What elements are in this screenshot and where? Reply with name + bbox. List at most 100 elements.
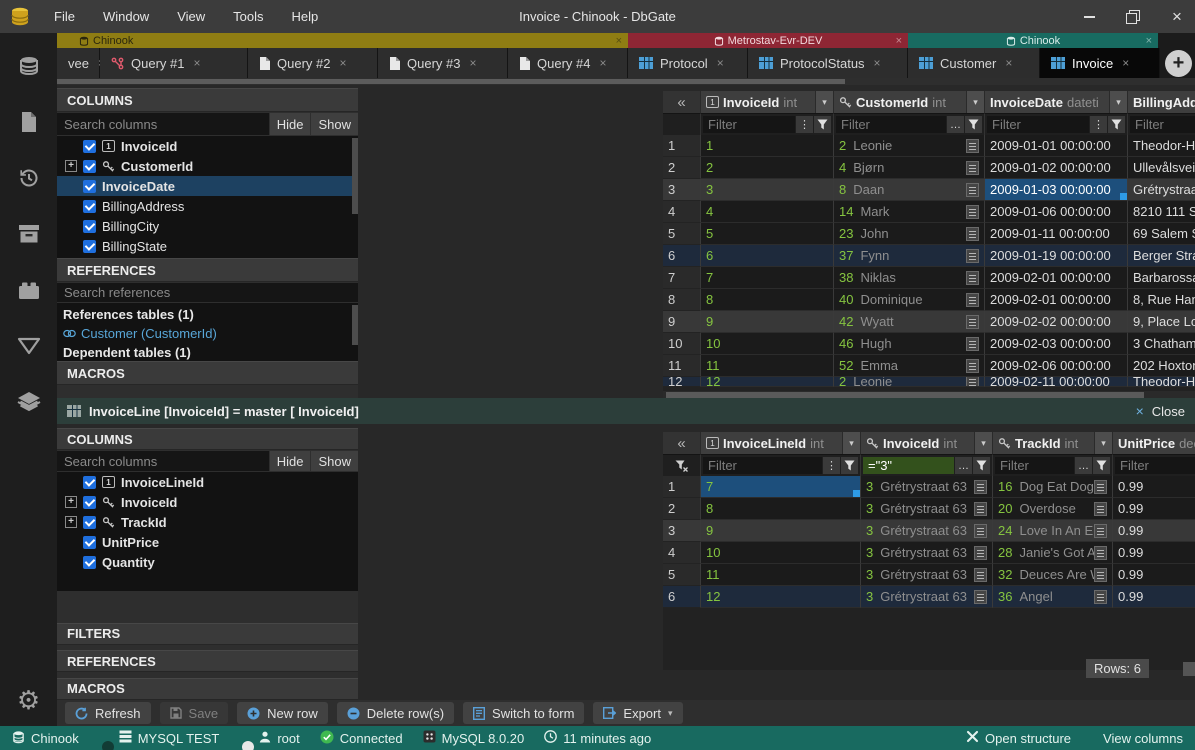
close-group-icon[interactable]: × [1146,35,1152,47]
reference-link-customer-customerid[interactable]: Customer (CustomerId) [63,324,358,343]
tab-group-metrostav-evr-dev[interactable]: Metrostav-Evr-DEV × [628,33,908,48]
cell-customer[interactable]: 37Fynn [834,245,985,267]
filter-menu-icon[interactable]: … [947,116,964,133]
cell-invoice-id[interactable]: 4 [701,201,834,223]
search-input[interactable] [57,451,269,471]
lookup-icon[interactable] [1094,524,1107,538]
column-item-unitprice[interactable]: UnitPrice [57,532,358,552]
lookup-icon[interactable] [974,590,987,604]
cell-customer[interactable]: 38Niklas [834,267,985,289]
column-menu-icon[interactable]: ▾ [974,432,992,454]
filter-icon[interactable] [14,331,44,361]
close-group-icon[interactable]: × [896,35,902,47]
cell-billing-address[interactable]: 69 Salem Street [1128,223,1195,245]
lookup-icon[interactable] [974,502,987,516]
export-button[interactable]: Export▾ [593,702,682,724]
close-tab-icon[interactable]: × [874,56,881,70]
save-button[interactable]: Save [160,702,229,724]
cell-invoice-date[interactable]: 2009-01-01 00:00:00 [985,135,1128,157]
cell-invoice-line-id[interactable]: 7 [701,476,861,498]
lookup-icon[interactable] [1094,502,1107,516]
lookup-icon[interactable] [974,480,987,494]
cell-customer[interactable]: 40Dominique [834,289,985,311]
filter-menu-icon[interactable]: ⋮ [823,457,840,474]
row-number[interactable]: 2 [663,498,701,520]
cell-customer[interactable]: 14Mark [834,201,985,223]
plugins-icon[interactable] [14,275,44,305]
status-open-structure[interactable]: Open structure [966,730,1071,746]
column-menu-icon[interactable]: ▾ [842,432,860,454]
tab-vee[interactable]: vee× [57,48,100,78]
cell-customer[interactable]: 2Leonie [834,377,985,387]
status-root[interactable]: root [259,731,299,746]
lookup-icon[interactable] [1094,480,1107,494]
columns-section-header[interactable]: COLUMNS [57,428,358,450]
cell-customer[interactable]: 46Hugh [834,333,985,355]
cell-invoice[interactable]: 3Grétrystraat 63 [861,476,993,498]
menu-view[interactable]: View [163,9,219,24]
lookup-icon[interactable] [966,161,979,175]
filter-input-billingaddress[interactable]: Filter [1130,116,1195,133]
row-number[interactable]: 5 [663,223,701,245]
search-input[interactable] [57,113,269,135]
checkbox-checked[interactable] [83,140,96,153]
menu-help[interactable]: Help [278,9,333,24]
columns-section-header[interactable]: COLUMNS [57,88,358,112]
cell-unit-price[interactable]: 0.99 [1113,542,1195,564]
column-menu-icon[interactable]: ▾ [815,91,833,113]
minimize-icon[interactable] [1081,9,1097,25]
filter-input-invoiceid[interactable]: ="3" [863,457,954,474]
close-tab-icon[interactable]: × [193,56,200,70]
tab-protocolstatus[interactable]: ProtocolStatus× [748,48,908,78]
row-number[interactable]: 12 [663,377,701,387]
cell-invoice-date[interactable]: 2009-02-03 00:00:00 [985,333,1128,355]
menu-window[interactable]: Window [89,9,163,24]
checkbox-checked[interactable] [83,180,96,193]
archive-icon[interactable] [14,219,44,249]
checkbox-checked[interactable] [83,476,96,489]
lookup-icon[interactable] [966,337,979,351]
column-header-invoiceid[interactable]: 1 InvoiceIdint ▾ [701,91,834,113]
status-11-minutes-ago[interactable]: 11 minutes ago [544,730,651,746]
column-item-billingcity[interactable]: BillingCity [57,216,358,236]
filter-input-unitprice[interactable]: Filter [1115,457,1195,474]
lookup-icon[interactable] [966,227,979,241]
cell-billing-address[interactable]: Theodor-Heuss-Straße 34 [1128,135,1195,157]
cell-track[interactable]: 36Angel [993,586,1113,608]
column-menu-icon[interactable]: ▾ [1109,91,1127,113]
column-header-invoicelineid[interactable]: 1 InvoiceLineIdint ▾ [701,432,861,454]
cell-invoice-id[interactable]: 7 [701,267,834,289]
column-item-invoiceid[interactable]: 1 InvoiceId [57,136,358,156]
lookup-icon[interactable] [974,568,987,582]
cell-unit-price[interactable]: 0.99 [1113,520,1195,542]
lookup-icon[interactable] [966,293,979,307]
column-item-invoicelineid[interactable]: 1 InvoiceLineId [57,472,358,492]
detail-scrollbar[interactable] [1183,662,1195,676]
filter-funnel-icon[interactable] [1093,457,1110,474]
column-header-trackid[interactable]: TrackIdint ▾ [993,432,1113,454]
tab-query-2[interactable]: Query #2× [248,48,378,78]
lookup-icon[interactable] [966,205,979,219]
cell-billing-address[interactable]: Ullevålsveien 14 [1128,157,1195,179]
cell-billing-address[interactable]: 3 Chatham Street [1128,333,1195,355]
checkbox-checked[interactable] [83,516,96,529]
lookup-icon[interactable] [966,183,979,197]
filter-input-customerid[interactable]: Filter [836,116,946,133]
filter-menu-icon[interactable]: ⋮ [796,116,813,133]
column-item-customerid[interactable]: + CustomerId [57,156,358,176]
cell-customer[interactable]: 42Wyatt [834,311,985,333]
cell-unit-price[interactable]: 0.99 [1113,586,1195,608]
row-number[interactable]: 11 [663,355,701,377]
cell-customer[interactable]: 52Emma [834,355,985,377]
row-number[interactable]: 2 [663,157,701,179]
lookup-icon[interactable] [1094,590,1107,604]
cell-customer[interactable]: 8Daan [834,179,985,201]
cell-customer[interactable]: 2Leonie [834,135,985,157]
cell-invoice-date[interactable]: 2009-01-03 00:00:00 [985,179,1128,201]
close-tab-icon[interactable]: × [717,56,724,70]
cell-billing-address[interactable]: Barbarossastraße 19 [1128,267,1195,289]
hide-button[interactable]: Hide [270,451,311,471]
filter-input-invoicedate[interactable]: Filter [987,116,1089,133]
cell-invoice-id[interactable]: 11 [701,355,834,377]
layers-icon[interactable] [14,387,44,417]
